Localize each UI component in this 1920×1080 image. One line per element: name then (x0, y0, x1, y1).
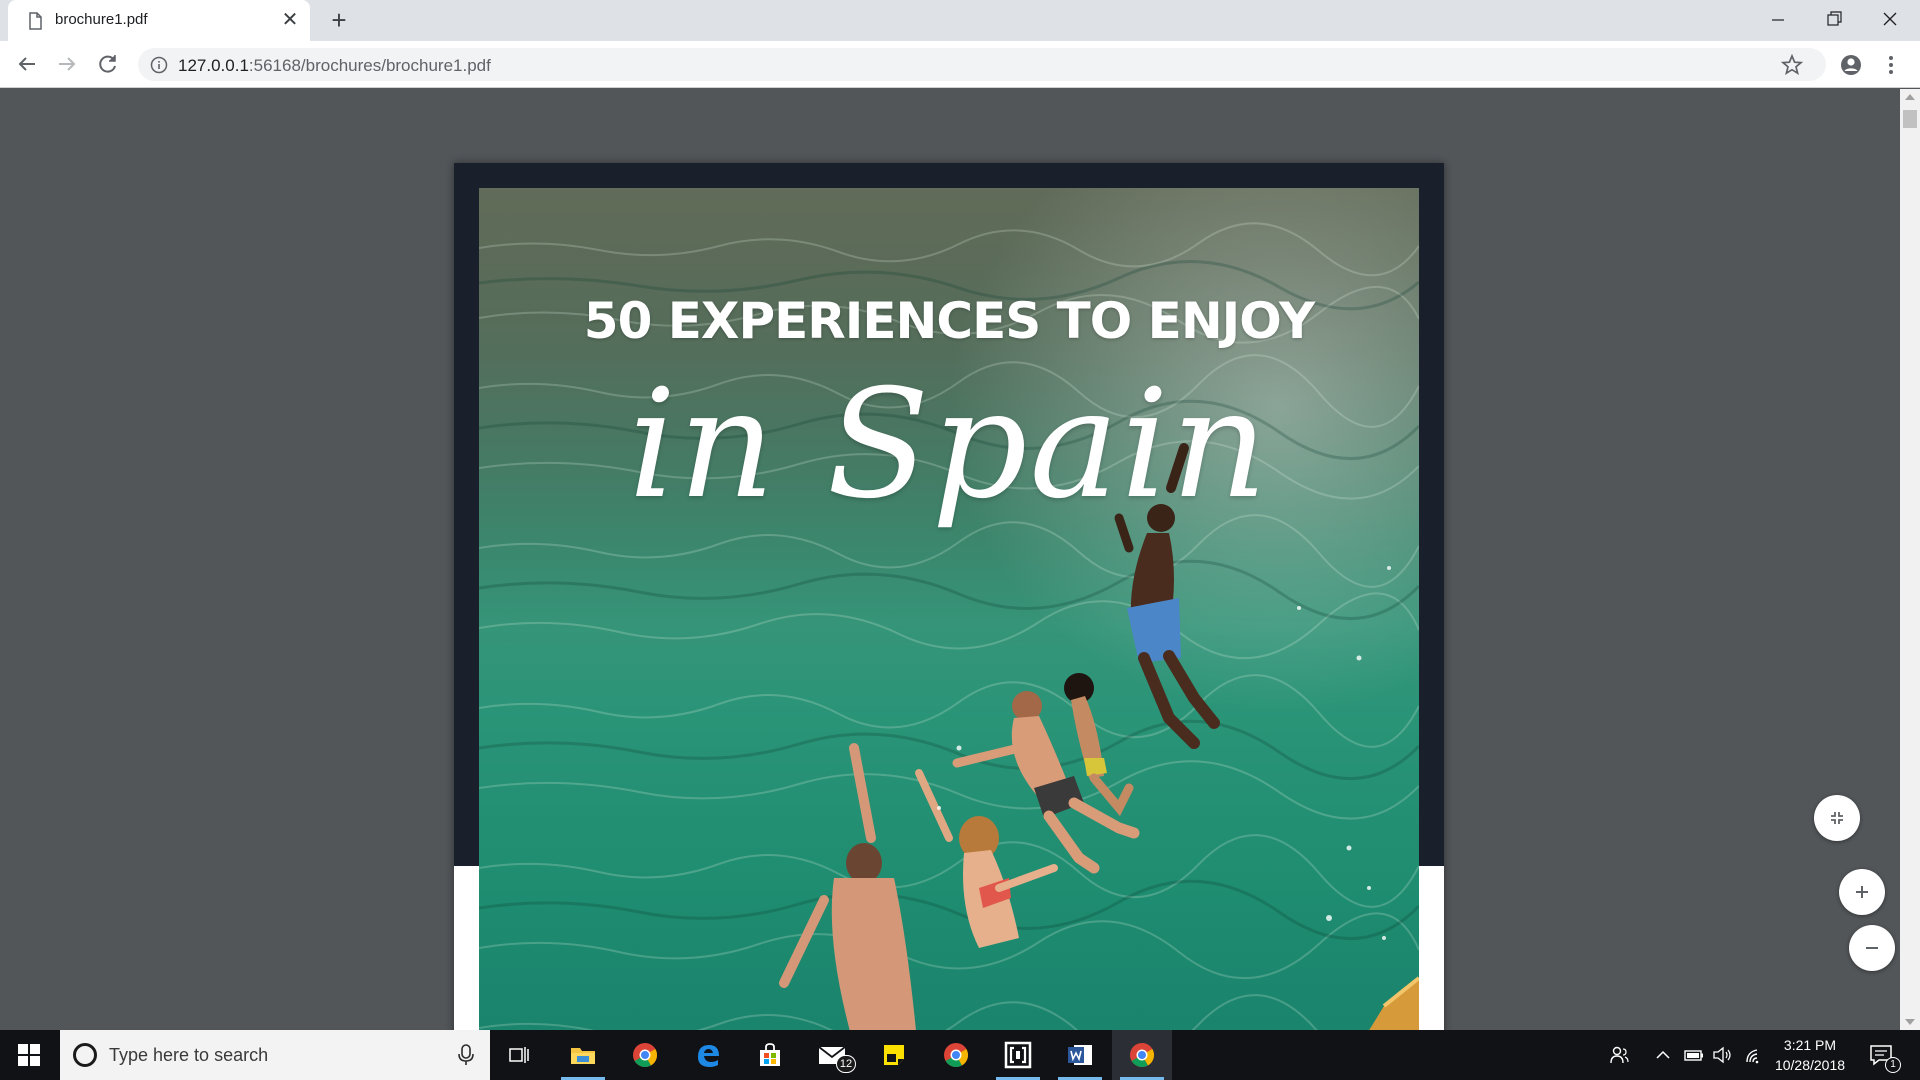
blonde-woman-figure (915, 769, 1058, 948)
close-window-icon[interactable] (1862, 0, 1918, 41)
forward-icon[interactable] (53, 50, 81, 78)
browser-toolbar: 127.0.0.1:56168/brochures/brochure1.pdf (0, 41, 1920, 88)
store-button[interactable] (740, 1030, 800, 1080)
jumping-swimmers-illustration (779, 443, 1419, 1030)
scroll-thumb[interactable] (1903, 110, 1917, 128)
task-view-button[interactable] (490, 1030, 550, 1080)
chrome-button[interactable] (615, 1030, 675, 1080)
chevron-up-icon[interactable] (1652, 1044, 1674, 1066)
tab-title: brochure1.pdf (55, 11, 148, 28)
url-text[interactable]: 127.0.0.1:56168/brochures/brochure1.pdf (178, 56, 491, 76)
diver-figure (1114, 443, 1220, 749)
plus-icon (1856, 886, 1868, 898)
file-explorer-button[interactable] (553, 1030, 613, 1080)
app-button[interactable] (988, 1030, 1048, 1080)
chrome-button-active[interactable] (1112, 1030, 1172, 1080)
store-icon (760, 1043, 780, 1066)
sticky-notes-button[interactable] (864, 1030, 924, 1080)
word-button[interactable] (1050, 1030, 1110, 1080)
restore-icon[interactable] (1806, 0, 1862, 41)
zoom-out-button[interactable] (1849, 925, 1895, 971)
info-icon[interactable] (150, 56, 168, 74)
battery-icon[interactable] (1683, 1044, 1705, 1066)
start-button[interactable] (0, 1030, 58, 1080)
mail-badge: 12 (836, 1055, 856, 1073)
microphone-icon[interactable] (456, 1043, 476, 1067)
minimize-icon[interactable] (1750, 0, 1806, 41)
scroll-up-icon[interactable] (1905, 94, 1915, 100)
pdf-viewer[interactable]: 50 EXPERIENCES TO ENJOY in Spain (0, 89, 1900, 1030)
url-path: :56168/brochures/brochure1.pdf (248, 56, 491, 75)
notification-count-badge: 1 (1885, 1057, 1901, 1073)
reload-icon[interactable] (94, 50, 122, 78)
menu-dots-icon[interactable] (1884, 52, 1898, 78)
fit-page-icon (1831, 812, 1843, 824)
system-clock[interactable]: 3:21 PM 10/28/2018 (1768, 1035, 1852, 1075)
pdf-page: 50 EXPERIENCES TO ENJOY in Spain (454, 163, 1444, 1030)
windows-logo-icon (18, 1044, 40, 1066)
folder-icon (571, 1048, 595, 1064)
chrome-icon (944, 1043, 969, 1068)
account-icon[interactable] (1838, 52, 1864, 78)
chrome-button-2[interactable] (926, 1030, 986, 1080)
new-tab-button[interactable]: + (325, 7, 353, 35)
chrome-icon (1130, 1043, 1155, 1068)
cover-photo: 50 EXPERIENCES TO ENJOY in Spain (479, 188, 1419, 1030)
volume-icon[interactable] (1711, 1044, 1733, 1066)
mail-button[interactable]: 12 (802, 1030, 862, 1080)
search-placeholder: Type here to search (109, 1045, 269, 1065)
clock-date: 10/28/2018 (1774, 1057, 1846, 1073)
chrome-icon (633, 1043, 658, 1068)
taskbar-search[interactable]: Type here to search (60, 1030, 490, 1080)
app-bracket-icon (1004, 1041, 1032, 1069)
url-host: 127.0.0.1 (178, 56, 249, 75)
edge-icon (698, 1045, 719, 1067)
tab-brochure[interactable]: brochure1.pdf ✕ (8, 0, 310, 41)
wifi-icon[interactable] (1744, 1044, 1766, 1066)
document-icon (29, 12, 42, 30)
minus-icon (1866, 947, 1878, 949)
swimmer-figure (779, 743, 916, 1030)
zoom-in-button[interactable] (1839, 869, 1885, 915)
people-icon[interactable] (1608, 1044, 1630, 1066)
clock-time: 3:21 PM (1783, 1037, 1837, 1053)
scroll-down-icon[interactable] (1905, 1019, 1915, 1025)
sticky-notes-icon (884, 1045, 904, 1065)
tab-strip: brochure1.pdf ✕ + (0, 0, 1920, 41)
tab-close-icon[interactable]: ✕ (280, 10, 300, 30)
word-icon (1068, 1045, 1092, 1065)
bookmark-star-icon[interactable] (1780, 53, 1804, 77)
page-scrollbar[interactable] (1900, 89, 1920, 1030)
fit-to-page-button[interactable] (1814, 795, 1860, 841)
address-bar[interactable]: 127.0.0.1:56168/brochures/brochure1.pdf (138, 48, 1826, 81)
task-view-icon (509, 1047, 529, 1063)
back-icon[interactable] (13, 50, 41, 78)
windows-taskbar: Type here to search 12 3:21 PM 10/28/201… (0, 1030, 1920, 1080)
cortana-icon (73, 1043, 97, 1067)
edge-button[interactable] (678, 1030, 738, 1080)
